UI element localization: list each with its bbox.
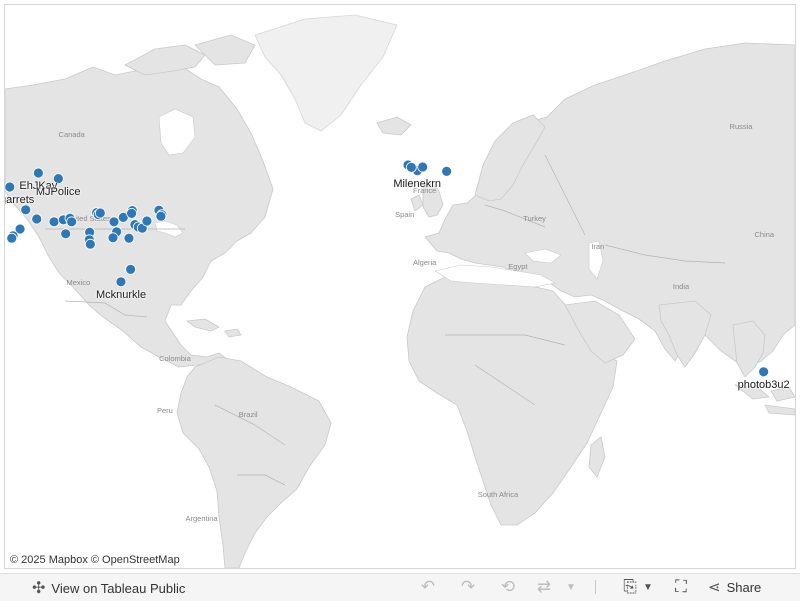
map-attribution[interactable]: © 2025 Mapbox © OpenStreetMap (8, 554, 182, 566)
location-mark[interactable] (31, 213, 43, 225)
location-mark[interactable] (20, 204, 32, 216)
mark-label: photob3u2 (737, 378, 790, 391)
place-label: Peru (157, 406, 173, 415)
place-label: Colombia (159, 354, 192, 363)
location-mark[interactable] (60, 228, 72, 240)
madagascar (588, 436, 606, 478)
place-label: Turkey (523, 214, 546, 223)
place-label: Mexico (66, 278, 90, 287)
undo-icon[interactable]: ↶ (417, 577, 439, 597)
location-mark[interactable] (107, 232, 119, 244)
iceland (376, 116, 412, 136)
tableau-logo-icon: ✣ (32, 580, 46, 597)
share-button[interactable]: ⋖ Share (708, 578, 761, 596)
location-mark[interactable] (5, 181, 16, 193)
world-map[interactable]: CanadaUnited StatesMexicoColombiaPeru Bra… (5, 5, 795, 568)
mark-label: Milenekrn (393, 177, 442, 190)
place-label: Russia (730, 122, 754, 131)
view-on-tableau-public-label: View on Tableau Public (51, 580, 186, 596)
place-label: South Africa (478, 490, 519, 499)
location-mark[interactable] (123, 232, 135, 244)
revert-icon[interactable]: ⟲ (497, 577, 519, 597)
place-label: Brazil (239, 410, 258, 419)
location-mark[interactable] (125, 263, 137, 275)
location-mark[interactable] (141, 215, 153, 227)
arctic-islands (124, 34, 256, 76)
map-view[interactable]: Canada United States Mexico Colombia Peru Bra… (4, 4, 796, 569)
mark-label: arcgarrets (5, 194, 35, 206)
toolbar-divider (595, 580, 596, 594)
location-mark[interactable] (758, 366, 770, 378)
location-mark[interactable] (115, 276, 127, 288)
caribbean-islands (185, 318, 242, 338)
place-label: Argentina (185, 514, 218, 523)
location-mark[interactable] (441, 165, 453, 177)
fullscreen-icon[interactable]: ⛶ (670, 577, 692, 597)
mark-label: Mcknurkle (95, 288, 147, 301)
share-icon: ⋖ (708, 579, 721, 596)
location-mark[interactable] (32, 167, 44, 179)
location-mark[interactable] (126, 207, 138, 219)
refresh-dropdown-icon[interactable]: ▼ (560, 577, 582, 597)
refresh-icon[interactable]: ⇄ (533, 577, 555, 597)
redo-icon[interactable]: ↷ (457, 577, 479, 597)
viz-toolbar: ✣ View on Tableau Public ↶ ↷ ⟲ ⇄ ▼ ⎘ ▼ ⛶… (0, 573, 800, 601)
place-label: China (755, 230, 775, 239)
location-mark[interactable] (48, 216, 60, 228)
share-label: Share (726, 579, 762, 595)
ireland (410, 194, 424, 212)
south-america-landmass (176, 356, 332, 568)
location-mark[interactable] (94, 207, 106, 219)
location-mark[interactable] (108, 216, 120, 228)
view-on-tableau-public-link[interactable]: ✣ View on Tableau Public (32, 578, 185, 598)
place-label: Iran (591, 242, 604, 251)
location-mark[interactable] (155, 210, 167, 222)
north-america-landmass (5, 62, 274, 370)
download-dropdown-icon[interactable]: ▼ (637, 577, 659, 597)
location-mark[interactable] (417, 161, 429, 173)
greenland-landmass (254, 14, 398, 132)
location-mark[interactable] (84, 238, 96, 250)
place-label: Egypt (508, 262, 528, 271)
place-label: Algeria (413, 258, 437, 267)
place-label: India (673, 282, 690, 291)
location-mark[interactable] (6, 232, 18, 244)
location-mark[interactable] (405, 161, 417, 173)
mark-label: MJPolice (35, 185, 81, 198)
place-label: Canada (59, 130, 86, 139)
place-label: Spain (395, 210, 414, 219)
location-mark[interactable] (66, 216, 78, 228)
